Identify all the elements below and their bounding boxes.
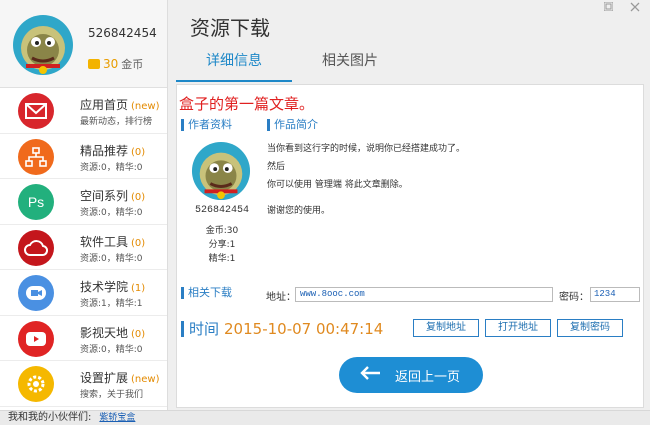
password-label: 密码： (559, 292, 589, 303)
address-label: 地址： (266, 292, 296, 303)
tab-related-images[interactable]: 相关图片 (292, 44, 408, 82)
sidebar-item-badge: (1) (131, 283, 146, 294)
user-avatar[interactable] (12, 14, 74, 76)
window-title: 资源下载 (190, 16, 270, 40)
author-section-heading: 作者资料 (181, 119, 232, 131)
author-coins: 金币:30 (205, 226, 239, 236)
tab-details[interactable]: 详细信息 (176, 44, 292, 82)
time-block: 时间 2015-10-07 00:47:14 (181, 318, 383, 339)
sidebar-item-sub: 资源:0，精华:0 (80, 208, 143, 218)
sidebar-item-space[interactable]: Ps 空间系列 (0) 资源:0，精华:0 (0, 179, 167, 225)
footer-bar: 我和我的小伙伴们: 紫轿宝盒 (0, 410, 650, 425)
coin-balance: 30 金币 (88, 56, 143, 72)
minimize-icon[interactable] (603, 1, 614, 14)
back-button[interactable]: 返回上一页 (339, 357, 483, 393)
sidebar-item-badge: (0) (131, 192, 146, 203)
user-profile: 526842454 30 金币 (0, 0, 167, 88)
creative-cloud-icon (18, 229, 54, 266)
video-call-icon (18, 275, 54, 311)
article-title: 盒子的第一篇文章。 (179, 95, 315, 113)
sidebar-item-sub: 搜索，关于我们 (80, 390, 144, 400)
tab-bar: 详细信息 相关图片 (176, 44, 408, 82)
coin-count: 30 (103, 57, 119, 71)
sidebar-item-software[interactable]: 软件工具 (0) 资源:0，精华:0 (0, 225, 167, 270)
mail-icon (18, 93, 54, 129)
sidebar-item-home[interactable]: 应用首页 (new) 最新动态，排行榜 (0, 88, 167, 134)
author-essence: 精华:1 (208, 254, 236, 264)
close-icon[interactable] (630, 2, 640, 15)
sidebar-item-sub: 资源:1，精华:1 (80, 299, 143, 309)
sidebar-item-badge: (0) (131, 328, 146, 340)
sidebar-item-sub: 资源:0，精华:0 (80, 344, 143, 355)
intro-section-heading: 作品简介 (267, 119, 318, 131)
download-row: 地址： www.8ooc.com 密码： 1234 (177, 287, 645, 303)
sidebar-item-settings[interactable]: 设置扩展 (new) 搜索，关于我们 (0, 361, 167, 407)
sidebar-item-label: 空间系列 (80, 189, 129, 203)
photoshop-icon: Ps (18, 184, 54, 220)
intro-line: 你可以使用 管理端 将此文章删除。 (267, 180, 408, 190)
copy-address-button[interactable]: 复制地址 (413, 319, 479, 337)
sidebar-item-sub: 最新动态，排行榜 (80, 117, 153, 127)
coin-unit: 金币 (121, 58, 144, 71)
author-shares: 分享:1 (208, 240, 236, 250)
sidebar-item-label: 软件工具 (80, 234, 129, 249)
youtube-icon (18, 320, 54, 357)
sitemap-icon (18, 138, 54, 175)
sidebar-item-label: 应用首页 (80, 98, 129, 112)
sidebar-item-badge: (0) (131, 237, 146, 249)
arrow-left-icon (359, 365, 381, 385)
sidebar-item-label: 技术学院 (80, 280, 129, 294)
sidebar-item-sub: 资源:0，精华:0 (80, 253, 143, 264)
time-marker (181, 320, 184, 337)
intro-line: 然后 (267, 162, 286, 172)
sidebar-item-label: 影视天地 (80, 325, 129, 340)
copy-password-button[interactable]: 复制密码 (557, 319, 623, 337)
sidebar-item-academy[interactable]: 技术学院 (1) 资源:1，精华:1 (0, 270, 167, 316)
coin-icon (88, 59, 100, 69)
user-id: 526842454 (88, 26, 157, 40)
time-label: 时间 (189, 320, 220, 338)
sidebar-item-badge: (0) (131, 146, 146, 158)
sidebar-item-badge: (new) (131, 101, 160, 112)
sidebar-item-badge: (new) (131, 374, 160, 385)
open-address-button[interactable]: 打开地址 (485, 319, 551, 337)
sidebar: 526842454 30 金币 应用首页 (new) 最新动态，排行榜 精品推荐(… (0, 0, 168, 410)
author-id: 526842454 (194, 205, 249, 216)
address-field[interactable]: www.8ooc.com (295, 287, 553, 302)
intro-line: 谢谢您的使用。 (267, 206, 331, 216)
sidebar-item-label: 设置扩展 (80, 371, 129, 385)
password-field[interactable]: 1234 (590, 287, 640, 302)
sidebar-item-movies[interactable]: 影视天地 (0) 资源:0，精华:0 (0, 316, 167, 361)
back-button-label: 返回上一页 (395, 369, 461, 385)
intro-line: 当你看到这行字的时候，说明你已经搭建成功了。 (267, 144, 466, 154)
footer-link[interactable]: 紫轿宝盒 (99, 413, 135, 423)
time-value: 2015-10-07 00:47:14 (224, 319, 384, 338)
sidebar-item-recommend[interactable]: 精品推荐 (0) 资源:0，精华:0 (0, 134, 167, 179)
author-avatar (191, 141, 251, 201)
footer-text: 我和我的小伙伴们: (8, 412, 92, 423)
sidebar-item-sub: 资源:0，精华:0 (80, 162, 143, 173)
sidebar-item-label: 精品推荐 (80, 143, 129, 158)
sidebar-menu: 应用首页 (new) 最新动态，排行榜 精品推荐 (0) 资源:0，精华:0 Ps … (0, 88, 167, 407)
settings-gear-icon (18, 366, 54, 402)
detail-panel: 盒子的第一篇文章。 作者资料 作品简介 526842454 金币:30 分享:1… (176, 84, 644, 408)
